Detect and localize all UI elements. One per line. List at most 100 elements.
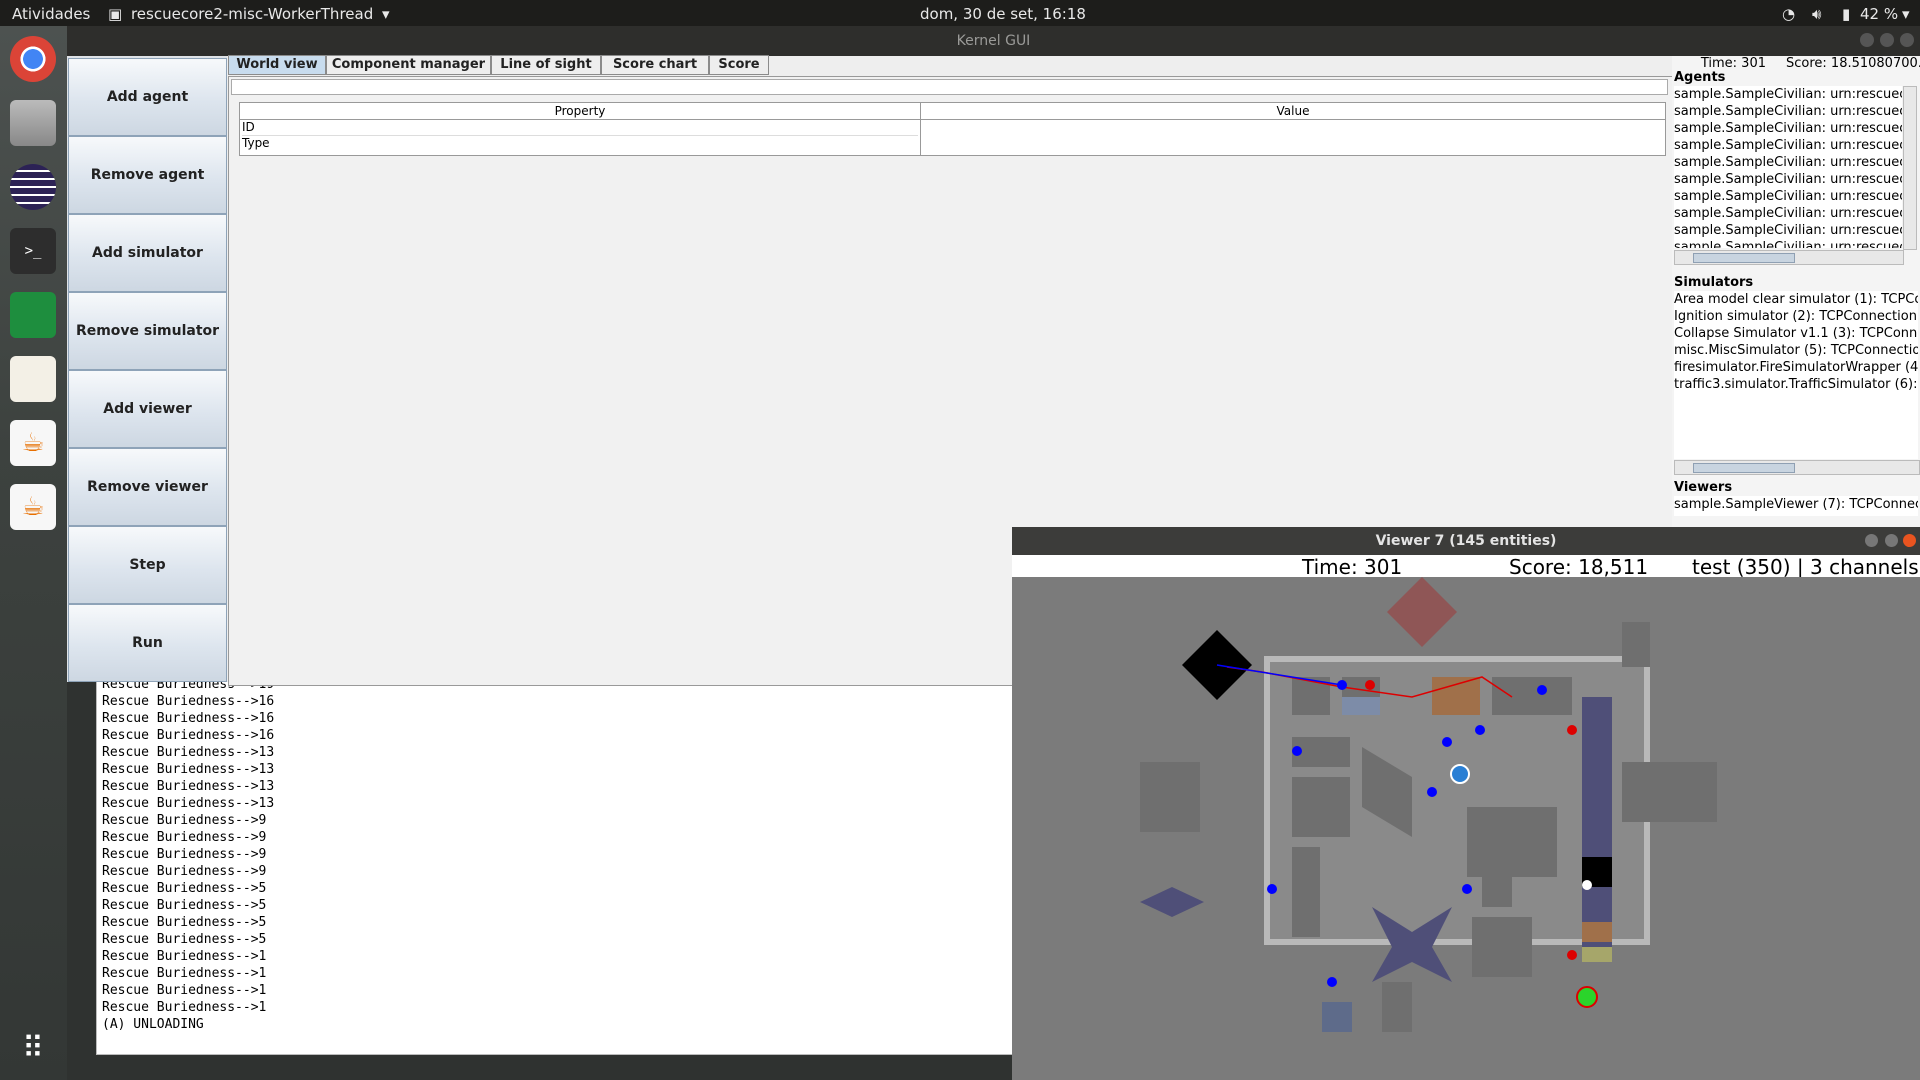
terminal-output[interactable]: Rescue Buriedness-->19 Rescue Buriedness… [96, 675, 1018, 1055]
agents-list[interactable]: sample.SampleCivilian: urn:rescuecore sa… [1674, 86, 1902, 248]
agents-title: Agents [1674, 70, 1726, 85]
simulators-horizontal-scrollbar[interactable] [1674, 460, 1920, 475]
police-agent [1292, 746, 1302, 756]
terminal-line: Rescue Buriedness-->1 [102, 949, 267, 964]
files-icon[interactable] [10, 100, 56, 146]
terminal-line: Rescue Buriedness-->13 [102, 745, 275, 760]
agents-horizontal-scrollbar[interactable] [1674, 250, 1904, 265]
viewer-window: Viewer 7 (145 entities) Time: 301 Score:… [1012, 527, 1920, 1080]
tab-component-manager[interactable]: Component manager [326, 55, 491, 75]
chrome-icon[interactable] [10, 36, 56, 82]
list-item[interactable]: sample.SampleCivilian: urn:rescuecore [1674, 120, 1902, 137]
step-button[interactable]: Step [68, 526, 227, 604]
fire-station [1576, 986, 1598, 1008]
run-button[interactable]: Run [68, 604, 227, 682]
list-item[interactable]: traffic3.simulator.TrafficSimulator (6):… [1674, 376, 1918, 393]
list-item[interactable]: Area model clear simulator (1): TCPConne [1674, 291, 1918, 308]
remove-viewer-button[interactable]: Remove viewer [68, 448, 227, 526]
list-item[interactable]: Collapse Simulator v1.1 (3): TCPConnecti… [1674, 325, 1918, 342]
list-item[interactable]: misc.MiscSimulator (5): TCPConnection: l… [1674, 342, 1918, 359]
fire-agent [1567, 725, 1577, 735]
list-item[interactable]: sample.SampleViewer (7): TCPConnection [1674, 496, 1918, 513]
maximize-icon[interactable] [1885, 534, 1898, 547]
remove-agent-button[interactable]: Remove agent [68, 136, 227, 214]
maximize-icon[interactable] [1880, 33, 1894, 47]
add-agent-button[interactable]: Add agent [68, 58, 227, 136]
app-menu-icon: ▣ [108, 5, 123, 23]
list-item[interactable]: sample.SampleCivilian: urn:rescuecore [1674, 103, 1902, 120]
terminal-line: Rescue Buriedness-->9 [102, 830, 267, 845]
viewer-time: Time: 301 [1302, 555, 1403, 579]
eclipse-icon[interactable] [10, 164, 56, 210]
simulators-title: Simulators [1674, 275, 1754, 290]
battery-icon[interactable]: ▮ [1842, 5, 1850, 23]
spreadsheet-icon[interactable] [10, 292, 56, 338]
terminal-icon[interactable]: >_ [10, 228, 56, 274]
tab-world-view[interactable]: World view [228, 55, 326, 75]
java-icon-2[interactable]: ☕ [10, 484, 56, 530]
list-item[interactable]: sample.SampleCivilian: urn:rescuecore [1674, 222, 1902, 239]
list-item[interactable]: sample.SampleCivilian: urn:rescuecore [1674, 86, 1902, 103]
list-item[interactable]: sample.SampleCivilian: urn:rescuecore [1674, 239, 1902, 248]
value-column-header[interactable]: Value [921, 103, 1665, 120]
system-menu-icon[interactable]: ▾ [1902, 5, 1910, 23]
remove-simulator-button[interactable]: Remove simulator [68, 292, 227, 370]
table-row[interactable]: Type [242, 136, 918, 151]
close-icon[interactable] [1900, 33, 1914, 47]
add-viewer-button[interactable]: Add viewer [68, 370, 227, 448]
add-simulator-button[interactable]: Add simulator [68, 214, 227, 292]
terminal-line: Rescue Buriedness-->9 [102, 864, 267, 879]
terminal-line: Rescue Buriedness-->1 [102, 983, 267, 998]
tab-line-of-sight[interactable]: Line of sight [491, 55, 601, 75]
terminal-line: Rescue Buriedness-->5 [102, 898, 267, 913]
terminal-line: Rescue Buriedness-->13 [102, 762, 275, 777]
tab-score-chart[interactable]: Score chart [601, 55, 709, 75]
terminal-line: Rescue Buriedness-->9 [102, 813, 267, 828]
terminal-line: Rescue Buriedness-->9 [102, 847, 267, 862]
building [1472, 917, 1532, 977]
app-menu[interactable]: ▣ rescuecore2-misc-WorkerThread ▾ [108, 5, 390, 23]
volume-icon[interactable]: 🔊︎ [1812, 5, 1821, 23]
control-panel: Add agent Remove agent Add simulator Rem… [67, 56, 227, 682]
java-icon[interactable]: ☕ [10, 420, 56, 466]
scroll-thumb[interactable] [1693, 253, 1795, 263]
list-item[interactable]: sample.SampleCivilian: urn:rescuecore [1674, 171, 1902, 188]
terminal-line: Rescue Buriedness-->13 [102, 796, 275, 811]
activities-button[interactable]: Atividades [12, 5, 90, 23]
building [1492, 677, 1572, 715]
list-item[interactable]: sample.SampleCivilian: urn:rescuecore [1674, 137, 1902, 154]
building [1482, 847, 1512, 907]
civilian [1582, 880, 1592, 890]
table-row[interactable]: ID [242, 120, 918, 136]
property-table: Property Value ID Type [239, 102, 1666, 156]
minimize-icon[interactable] [1860, 33, 1874, 47]
terminal-line: Rescue Buriedness-->13 [102, 779, 275, 794]
app-menu-label: rescuecore2-misc-WorkerThread [130, 5, 374, 23]
close-icon[interactable] [1903, 534, 1916, 547]
terminal-line: Rescue Buriedness-->16 [102, 728, 275, 743]
terminal-line: Rescue Buriedness-->16 [102, 694, 275, 709]
agents-vertical-scrollbar[interactable] [1903, 86, 1917, 250]
building-damaged [1342, 697, 1380, 715]
window-title: Kernel GUI [67, 26, 1920, 56]
terminal-line: Rescue Buriedness-->5 [102, 915, 267, 930]
text-editor-icon[interactable] [10, 356, 56, 402]
viewers-list[interactable]: sample.SampleViewer (7): TCPConnection [1674, 496, 1918, 516]
world-view-header-field [231, 79, 1668, 95]
simulation-map[interactable] [1012, 577, 1920, 1080]
building [1622, 762, 1717, 822]
list-item[interactable]: sample.SampleCivilian: urn:rescuecore [1674, 188, 1902, 205]
minimize-icon[interactable] [1865, 534, 1878, 547]
clock[interactable]: dom, 30 de set, 16:18 [920, 5, 1086, 23]
show-apps-icon[interactable]: ⠿ [10, 1026, 56, 1072]
wifi-icon[interactable]: ◔ [1782, 5, 1795, 23]
kernel-score: Score: 18.51080700... [1786, 56, 1920, 71]
property-column-header[interactable]: Property [240, 103, 921, 120]
scroll-thumb[interactable] [1693, 463, 1795, 473]
tab-score[interactable]: Score [709, 55, 769, 75]
list-item[interactable]: firesimulator.FireSimulatorWrapper (4): … [1674, 359, 1918, 376]
list-item[interactable]: Ignition simulator (2): TCPConnection: l… [1674, 308, 1918, 325]
list-item[interactable]: sample.SampleCivilian: urn:rescuecore [1674, 154, 1902, 171]
list-item[interactable]: sample.SampleCivilian: urn:rescuecore [1674, 205, 1902, 222]
simulators-list[interactable]: Area model clear simulator (1): TCPConne… [1674, 291, 1918, 459]
